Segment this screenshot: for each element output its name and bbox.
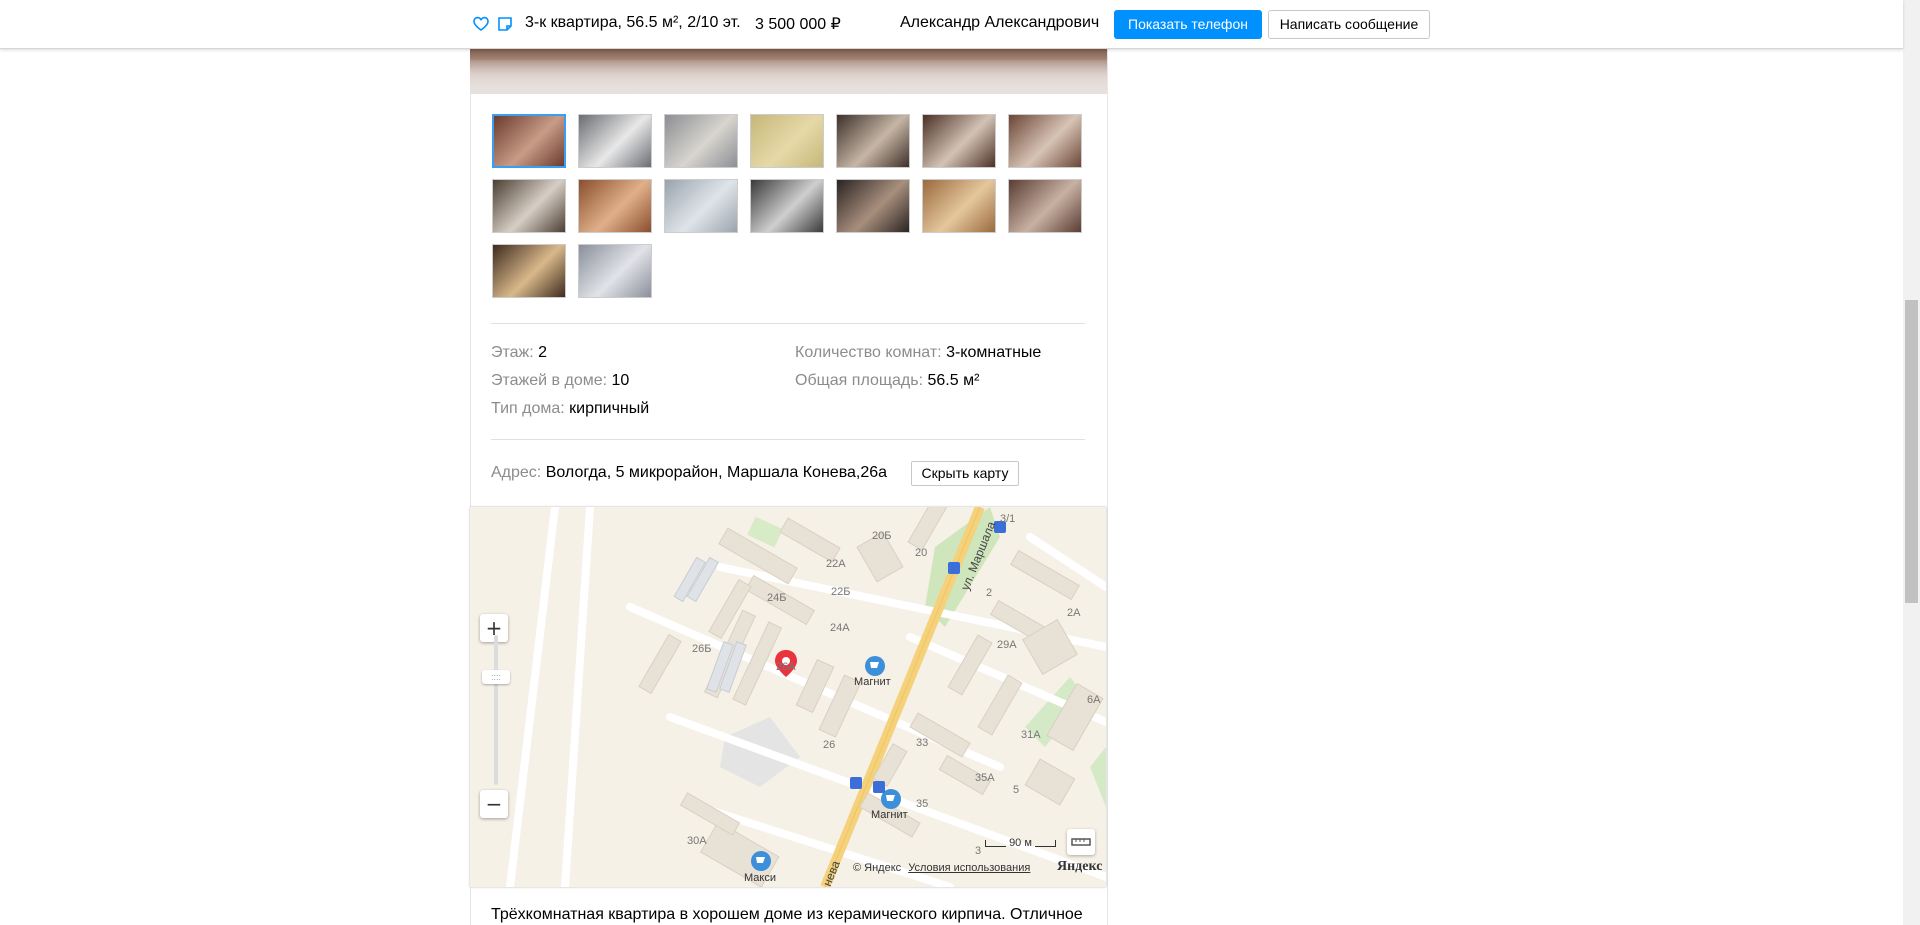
scrollbar-thumb[interactable] [1905,300,1918,603]
divider [491,323,1085,324]
yandex-logo-text: Яндекс [1057,859,1103,874]
show-phone-button[interactable]: Показать телефон [1114,10,1262,39]
gallery-thumbnail[interactable] [664,114,738,168]
param-floor-key: Этаж: [491,344,534,361]
param-area: Общая площадь: 56.5 м² [795,372,979,390]
gallery-thumbnail[interactable] [836,179,910,233]
gallery-thumbnail[interactable] [578,244,652,298]
map-building-label: 20Б [872,530,892,542]
param-house-type-value: кирпичный [569,400,650,417]
param-floors-total-key: Этажей в доме: [491,372,608,389]
map-building-label: 22А [826,558,846,570]
param-floors-total: Этажей в доме: 10 [491,372,629,390]
gallery-thumbnail[interactable] [664,179,738,233]
zoom-out-button[interactable]: − [480,790,508,818]
map-building-label: 35А [975,772,995,784]
hide-map-button[interactable]: Скрыть карту [911,461,1019,486]
gallery-thumbnail[interactable] [492,114,566,168]
map-building-label: 2А [1067,607,1081,619]
map-copyright: © Яндекс Условия использования [853,862,1030,874]
map-building-label: 30А [687,835,707,847]
param-floor-value: 2 [538,344,548,361]
map-building-label: 31А [1021,729,1041,741]
param-floors-total-value: 10 [611,372,630,389]
zoom-slider-track[interactable] [494,635,498,785]
address-value: Вологда, 5 микрорайон, Маршала Конева,26… [545,464,888,481]
param-area-value: 56.5 м² [927,372,980,389]
gallery-thumbnail[interactable] [836,114,910,168]
header-seller[interactable]: Александр Александрович [900,14,1099,32]
map-building-label: 26 [823,739,836,751]
map-building-label: 35 [916,798,929,810]
map-building-label: 2 [986,587,993,599]
address-key: Адрес: [491,464,542,481]
map-poi-label: Магнит [854,676,891,688]
param-house-type: Тип дома: кирпичный [491,400,649,418]
map-poi-label: Макси [744,872,776,884]
header-title: 3-к квартира, 56.5 м², 2/10 эт. [525,14,741,31]
param-floor: Этаж: 2 [491,344,547,362]
map-building-label: 24Б [767,592,787,604]
gallery-thumbnail[interactable] [578,114,652,168]
gallery-thumbnail[interactable] [578,179,652,233]
map-building-label: 29А [997,639,1017,651]
map-scale: 90 м [985,837,1056,849]
gallery-thumbnail[interactable] [492,179,566,233]
gallery-thumbnail[interactable] [922,114,996,168]
map-building-label: 26Б [692,643,712,655]
param-area-key: Общая площадь: [795,372,924,389]
map-building-label: 6А [1087,694,1101,706]
gallery-thumbnail[interactable] [1008,114,1082,168]
heart-icon[interactable] [472,15,490,33]
yandex-logo[interactable]: Яндекс [1057,859,1102,875]
map[interactable]: 20Б 20 22А 22Б 24Б 24А 26Б 26А 26 2 2А 2… [470,507,1106,887]
map-copyright-text: © Яндекс [853,862,902,874]
gallery-thumbnail[interactable] [1008,179,1082,233]
ruler-icon[interactable] [1067,829,1095,855]
gallery-thumbnail[interactable] [492,244,566,298]
gallery-thumbnail[interactable] [922,179,996,233]
map-building-label: 3 [975,845,982,857]
map-terms-link[interactable]: Условия использования [908,862,1030,874]
param-rooms-key: Количество комнат: [795,344,942,361]
map-building-label: 22Б [831,586,851,598]
map-building-label: 3/1 [1000,513,1016,525]
map-building-label: 24А [830,622,850,634]
map-building-label: 20 [915,547,928,559]
map-building-label: 26А [776,661,796,673]
divider [491,439,1085,440]
write-message-button[interactable]: Написать сообщение [1268,10,1430,39]
param-rooms-value: 3-комнатные [946,344,1042,361]
map-poi-label: Магнит [871,809,908,821]
map-canvas [470,507,1106,887]
gallery-thumbnail[interactable] [750,179,824,233]
gallery-thumbnail[interactable] [750,114,824,168]
sticky-header: 3-к квартира, 56.5 м², 2/10 эт. 3 500 00… [0,0,1903,49]
param-house-type-key: Тип дома: [491,400,565,417]
note-icon[interactable] [496,15,514,33]
param-rooms: Количество комнат: 3-комнатные [795,344,1041,362]
scrollbar[interactable] [1903,0,1920,925]
description-text: Трёхкомнатная квартира в хорошем доме из… [491,906,1083,923]
address: Адрес: Вологда, 5 микрорайон, Маршала Ко… [491,464,887,482]
header-price: 3 500 000 ₽ [755,16,841,33]
map-building-label: 5 [1013,784,1020,796]
zoom-slider-handle[interactable]: :::: [482,670,510,684]
photo-strip [470,60,1107,94]
map-building-label: 33 [916,737,929,749]
map-scale-label: 90 м [1009,837,1032,849]
